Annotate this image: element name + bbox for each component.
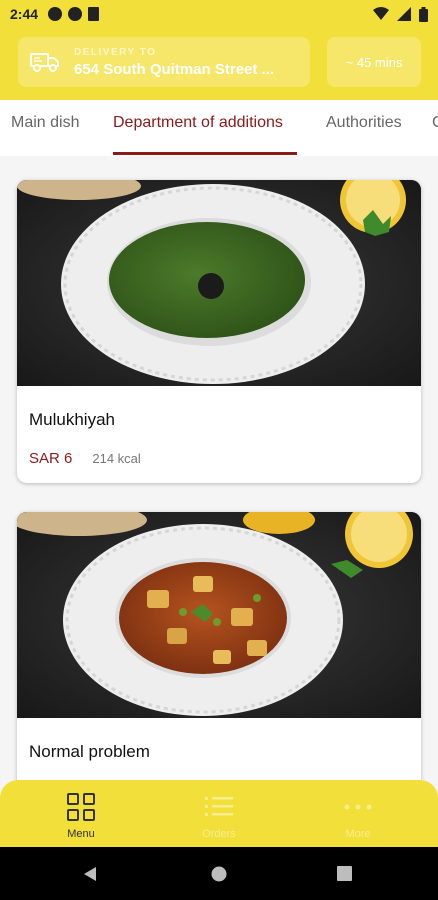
nav-label: Orders (202, 828, 236, 840)
more-dots-icon (344, 804, 372, 810)
delivery-eta: ~ 45 mins (345, 54, 403, 70)
delivery-address-button[interactable]: DELIVERY TO 654 South Quitman Street ... (18, 37, 310, 87)
notification-icons (48, 7, 100, 21)
back-icon[interactable] (82, 866, 98, 882)
nav-label: More (345, 828, 371, 840)
dish-name: Mulukhiyah (29, 410, 115, 429)
system-status-icons (373, 6, 428, 22)
nav-label: Menu (67, 828, 95, 840)
wifi-icon (373, 7, 389, 20)
sd-card-icon (88, 7, 100, 21)
nav-more[interactable]: More (308, 792, 408, 840)
recents-icon[interactable] (337, 866, 352, 881)
delivery-time-badge[interactable]: ~ 45 mins (327, 37, 421, 87)
tab-next[interactable]: G (432, 114, 438, 132)
dish-name: Normal problem (29, 742, 150, 761)
dish-price: SAR 6 (29, 450, 73, 467)
mulukhiyah-image (17, 180, 421, 386)
tab-authorities[interactable]: Authorities (326, 114, 402, 132)
dish-calories: 214 kcal (92, 451, 141, 466)
nav-menu[interactable]: Menu (31, 792, 131, 840)
dish-image (17, 180, 421, 386)
home-icon[interactable] (211, 866, 227, 882)
truck-icon (30, 53, 59, 72)
menu-item-card[interactable]: Mulukhiyah SAR 6 214 kcal (17, 180, 421, 483)
delivery-address: 654 South Quitman Street ... (74, 60, 275, 78)
system-navigation-bar (0, 847, 438, 900)
delivery-label: DELIVERY TO (74, 46, 157, 58)
list-icon (205, 797, 233, 816)
status-bar: 2:44 (0, 0, 438, 28)
menu-item-card[interactable]: Normal problem (17, 512, 421, 780)
signal-icon (397, 7, 411, 21)
bottom-navigation: Menu Orders More (0, 780, 438, 847)
tab-department-of-additions[interactable]: Department of additions (113, 114, 283, 132)
grid-icon (67, 793, 95, 821)
header: DELIVERY TO 654 South Quitman Street ...… (0, 28, 438, 100)
battery-icon (419, 6, 428, 22)
nav-orders[interactable]: Orders (169, 792, 269, 840)
dish-image (17, 512, 421, 718)
category-tabs: Main dish Department of additions Author… (0, 100, 438, 156)
menu-list[interactable]: Mulukhiyah SAR 6 214 kcal Normal problem (0, 156, 438, 780)
tab-main-dish[interactable]: Main dish (11, 114, 79, 132)
notification-icon (48, 7, 63, 21)
status-time: 2:44 (10, 6, 39, 22)
vegetable-stew-image (17, 512, 421, 718)
active-tab-indicator (113, 152, 297, 155)
notification-icon (68, 7, 83, 21)
